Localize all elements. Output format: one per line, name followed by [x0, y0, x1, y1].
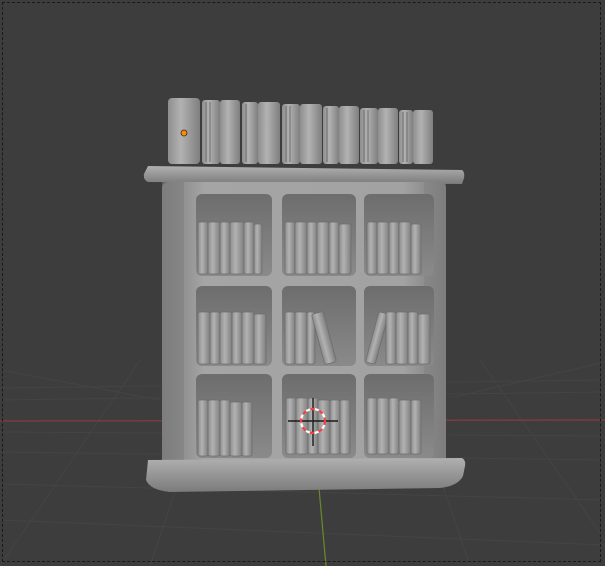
3d-viewport[interactable] [0, 0, 605, 566]
top-books [168, 98, 433, 164]
bookcase-object[interactable] [143, 98, 466, 492]
top-slab [143, 166, 465, 184]
viewport-canvas[interactable] [0, 0, 605, 566]
object-origin-dot[interactable] [180, 129, 188, 137]
base-slab [146, 458, 466, 492]
